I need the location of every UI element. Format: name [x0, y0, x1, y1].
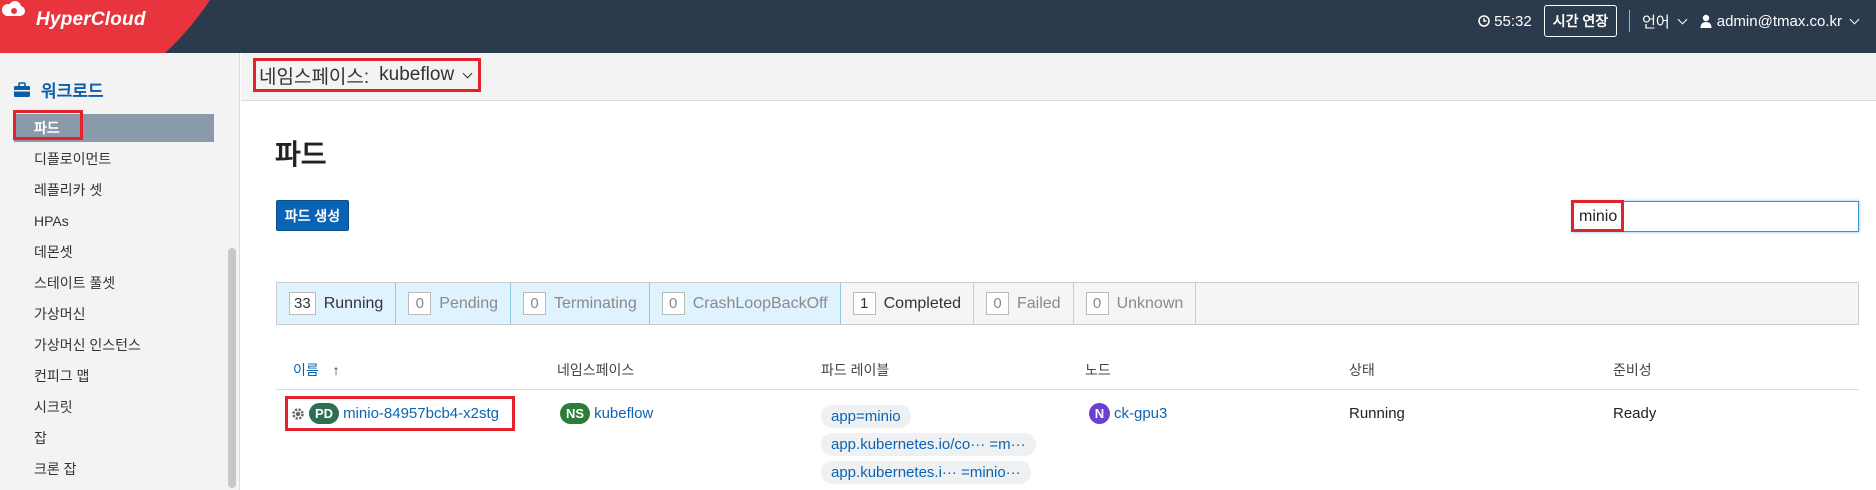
filter-count: 0 [1085, 292, 1109, 315]
filter-count: 1 [852, 292, 876, 315]
sort-ascending-icon: ↑ [332, 362, 340, 378]
pod-badge: PD [309, 403, 340, 424]
filter-terminating[interactable]: 0 Terminating [511, 283, 650, 324]
table-header: 이름 ↑ 네임스페이스 파드 레이블 노드 상태 준비성 [276, 356, 1859, 390]
column-header-status[interactable]: 상태 [1349, 360, 1375, 380]
session-timer: 55:32 [1478, 13, 1532, 30]
sidebar-scrollbar[interactable] [228, 248, 236, 488]
sidebar-section-label: 워크로드 [41, 82, 104, 101]
filter-count: 0 [985, 292, 1009, 315]
filter-label: Pending [439, 294, 499, 312]
filter-completed[interactable]: 1 Completed [841, 283, 974, 324]
extend-session-button[interactable]: 시간 연장 [1543, 5, 1618, 37]
user-label: admin@tmax.co.kr [1716, 12, 1842, 30]
sidebar-item-configmaps[interactable]: 컨피그 맵 [14, 362, 214, 390]
chevron-down-icon [1849, 14, 1860, 24]
filter-label: Unknown [1116, 294, 1184, 312]
filter-running[interactable]: 33 Running [277, 283, 397, 324]
column-header-name-label: 이름 [293, 362, 319, 378]
logo[interactable]: HyperCloud [0, 0, 210, 53]
gear-icon [292, 407, 304, 420]
namespace-value: kubeflow [379, 64, 455, 85]
filter-pending[interactable]: 0 Pending [396, 283, 512, 324]
column-header-node[interactable]: 노드 [1085, 360, 1111, 380]
filter-label: CrashLoopBackOff [692, 294, 828, 312]
header-actions: 55:32 시간 연장 언어 admin@tmax.co.kr [1478, 0, 1860, 42]
pod-label-chip[interactable]: app=minio [821, 405, 911, 428]
pod-label-chip[interactable]: app.kubernetes.i··· =minio··· [821, 461, 1031, 484]
clock-icon [1478, 15, 1490, 27]
chevron-down-icon [462, 68, 473, 78]
sidebar-item-hpas[interactable]: HPAs [14, 207, 214, 235]
create-pod-button[interactable]: 파드 생성 [276, 200, 349, 231]
sidebar-item-secrets[interactable]: 시크릿 [14, 393, 214, 421]
filter-label: Terminating [554, 294, 637, 312]
sidebar-item-vm-instances[interactable]: 가상머신 인스턴스 [14, 331, 214, 359]
namespace-link[interactable]: kubeflow [594, 405, 653, 422]
filter-count: 0 [523, 292, 547, 315]
header-divider [1629, 10, 1631, 32]
column-header-pod-labels[interactable]: 파드 레이블 [821, 360, 889, 380]
search-input[interactable] [1572, 201, 1859, 232]
status-filter-bar: 33 Running 0 Pending 0 Terminating 0 Cra… [276, 282, 1859, 325]
page-title: 파드 [275, 139, 327, 170]
node-badge: N [1089, 403, 1110, 424]
chevron-down-icon [1677, 14, 1688, 24]
column-header-namespace[interactable]: 네임스페이스 [557, 360, 634, 380]
sidebar-item-statefulsets[interactable]: 스테이트 풀셋 [14, 269, 214, 297]
sidebar: 워크로드 파드 디플로이먼트 레플리카 셋 HPAs 데몬셋 스테이트 풀셋 가… [0, 53, 240, 490]
sidebar-item-jobs[interactable]: 잡 [14, 424, 214, 452]
node-link[interactable]: ck-gpu3 [1114, 405, 1167, 422]
filter-label: Failed [1016, 294, 1061, 312]
session-timer-value: 55:32 [1494, 12, 1532, 30]
sidebar-item-replicasets[interactable]: 레플리카 셋 [14, 176, 214, 204]
sidebar-item-cronjobs[interactable]: 크론 잡 [14, 455, 214, 483]
pod-name-cell: PD minio-84957bcb4-x2stg [291, 403, 499, 424]
user-icon [1700, 14, 1712, 28]
cloud-logo-icon [2, 1, 25, 16]
pod-name-link[interactable]: minio-84957bcb4-x2stg [343, 405, 499, 422]
readiness-cell: Ready [1613, 405, 1657, 422]
filter-unknown[interactable]: 0 Unknown [1074, 283, 1197, 324]
logo-text: HyperCloud [36, 9, 146, 30]
filter-label: Completed [883, 294, 961, 312]
sidebar-item-pods[interactable]: 파드 [14, 114, 214, 142]
pod-label-chip[interactable]: app.kubernetes.io/co··· =m··· [821, 433, 1036, 456]
briefcase-icon [14, 81, 30, 97]
filter-count: 33 [289, 292, 316, 315]
filter-failed[interactable]: 0 Failed [974, 283, 1074, 324]
column-header-name[interactable]: 이름 ↑ [293, 360, 340, 380]
namespace-label: 네임스페이스: [259, 66, 370, 88]
sidebar-item-virtual-machines[interactable]: 가상머신 [14, 300, 214, 328]
sidebar-section-workload[interactable]: 워크로드 [13, 77, 104, 102]
filter-crashloopbackoff[interactable]: 0 CrashLoopBackOff [649, 283, 841, 324]
node-cell: N ck-gpu3 [1089, 403, 1167, 424]
sidebar-item-deployments[interactable]: 디플로이먼트 [14, 145, 214, 173]
filter-count: 0 [661, 292, 685, 315]
top-navbar: HyperCloud 55:32 시간 연장 언어 admin@tmax.co.… [0, 0, 1876, 53]
user-menu[interactable]: admin@tmax.co.kr [1700, 12, 1860, 30]
sidebar-item-daemonsets[interactable]: 데몬셋 [14, 238, 214, 266]
status-cell: Running [1349, 405, 1405, 422]
namespace-cell: NS kubeflow [560, 403, 653, 424]
filter-label: Running [323, 294, 384, 312]
namespace-bar: 네임스페이스: kubeflow [241, 53, 1876, 101]
namespace-dropdown[interactable]: 네임스페이스: kubeflow [253, 59, 477, 91]
language-dropdown[interactable]: 언어 [1642, 11, 1688, 32]
column-header-readiness[interactable]: 준비성 [1613, 360, 1652, 380]
filter-count: 0 [408, 292, 432, 315]
namespace-badge: NS [560, 403, 591, 424]
language-label: 언어 [1642, 13, 1670, 31]
